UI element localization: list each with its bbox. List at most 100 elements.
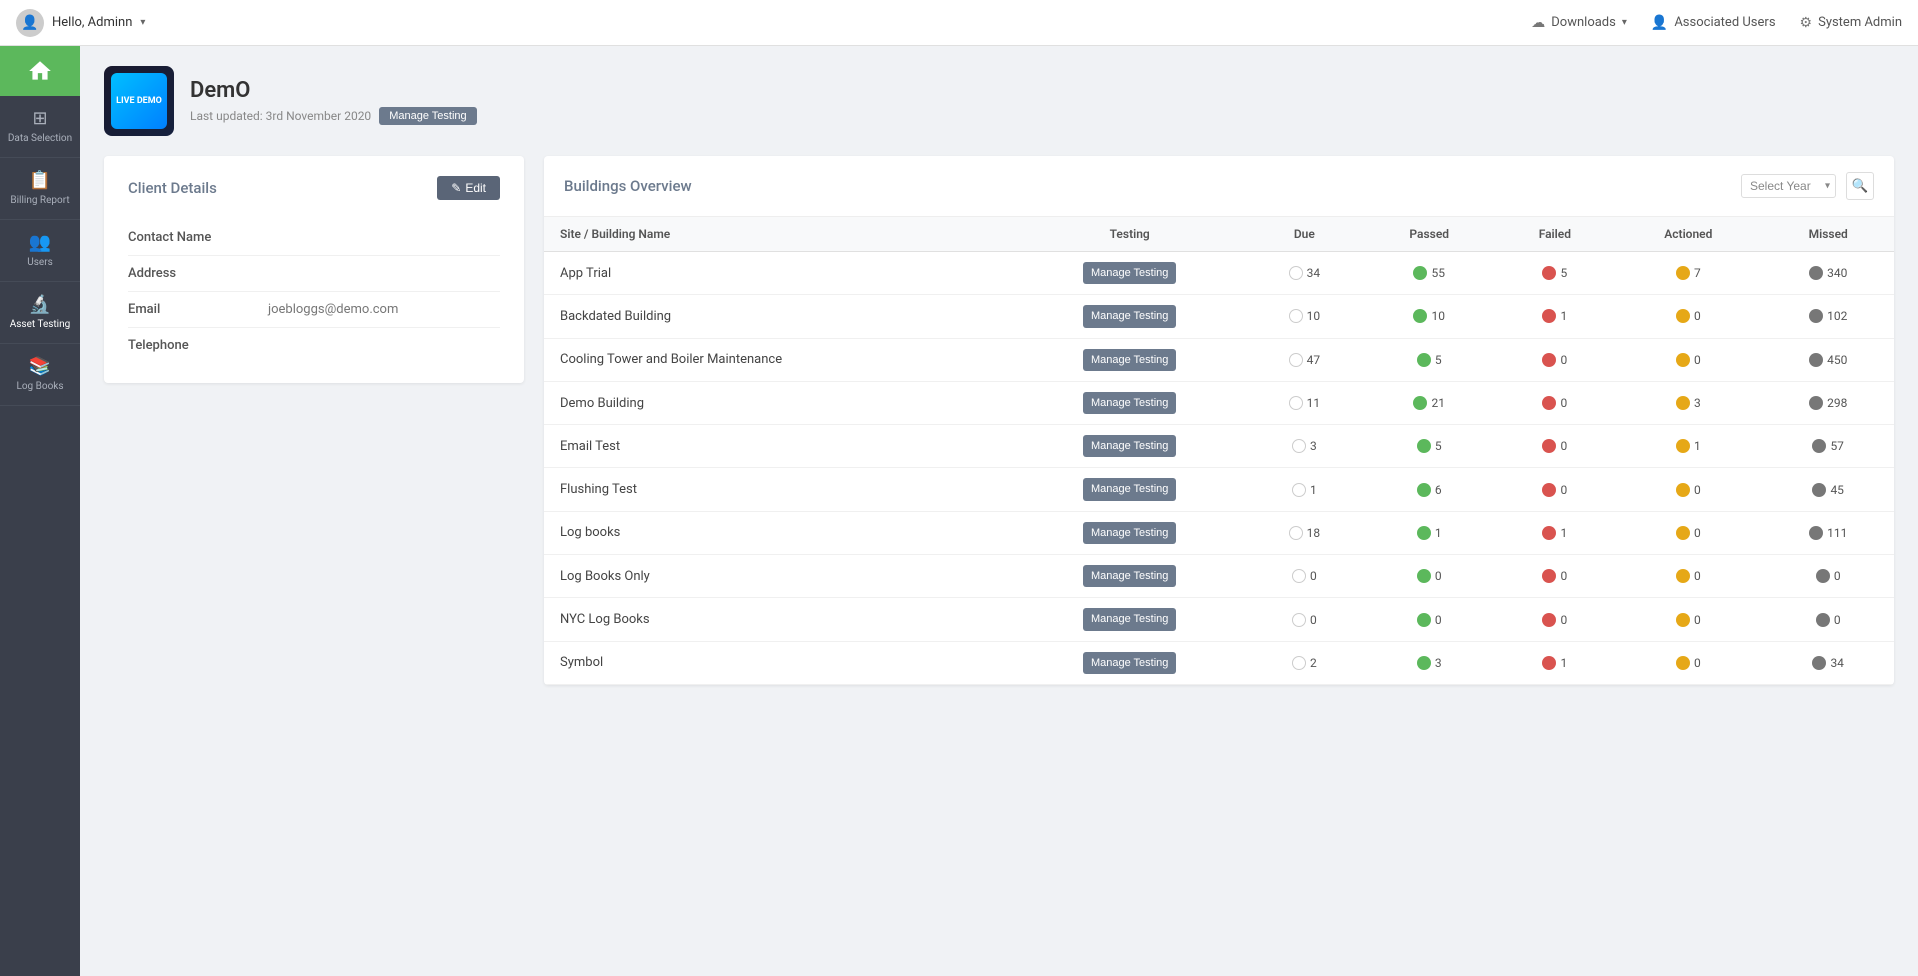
sidebar-item-asset-testing[interactable]: 🔬 Asset Testing [0,282,80,344]
form-row-email: Email joebloggs@demo.com [128,292,500,328]
downloads-nav-item[interactable]: ☁ Downloads ▾ [1531,15,1627,31]
col-header-due: Due [1246,217,1363,252]
table-row: Flushing Test Manage Testing 1 6 0 0 45 [544,468,1894,511]
search-button[interactable]: 🔍 [1846,172,1874,200]
cell-actioned-6: 0 [1614,511,1762,554]
cell-passed-4: 5 [1363,425,1495,468]
num-due-9: 2 [1310,656,1317,670]
num-actioned-4: 1 [1694,439,1701,453]
client-logo-text: LIVE DEMO [116,96,162,107]
system-admin-label: System Admin [1818,15,1902,30]
manage-testing-button-6[interactable]: Manage Testing [1083,522,1176,544]
form-label-3: Telephone [128,338,268,353]
cell-passed-9: 3 [1363,641,1495,684]
sidebar-item-billing-report[interactable]: 📋 Billing Report [0,158,80,220]
select-year-dropdown[interactable]: Select Year [1741,174,1836,198]
log-books-icon: 📚 [29,356,51,377]
cell-passed-3: 21 [1363,381,1495,424]
select-year-wrapper: Select Year [1741,174,1836,198]
cell-missed-6: 111 [1762,511,1894,554]
num-failed-6: 1 [1560,526,1567,540]
cell-actioned-5: 0 [1614,468,1762,511]
buildings-overview-card: Buildings Overview Select Year 🔍 [544,156,1894,685]
cell-failed-8: 0 [1495,598,1614,641]
sidebar-item-users[interactable]: 👥 Users [0,220,80,282]
sidebar-item-data-selection[interactable]: ⊞ Data Selection [0,96,80,158]
cell-missed-1: 102 [1762,295,1894,338]
dot-passed-3 [1413,396,1427,410]
cell-building-name-6: Log books [544,511,1014,554]
cell-actioned-0: 7 [1614,252,1762,295]
dot-passed-8 [1417,613,1431,627]
cell-building-name-8: NYC Log Books [544,598,1014,641]
num-missed-3: 298 [1827,396,1847,410]
manage-testing-button-7[interactable]: Manage Testing [1083,565,1176,587]
cell-failed-9: 1 [1495,641,1614,684]
num-passed-9: 3 [1435,656,1442,670]
system-admin-nav-item[interactable]: ⚙ System Admin [1800,15,1902,31]
client-logo: LIVE DEMO [104,66,174,136]
form-row-telephone: Telephone [128,328,500,363]
cell-testing-7: Manage Testing [1014,555,1246,598]
cell-actioned-3: 3 [1614,381,1762,424]
num-due-3: 11 [1307,396,1321,410]
manage-testing-button-9[interactable]: Manage Testing [1083,652,1176,674]
buildings-controls: Select Year 🔍 [1741,172,1874,200]
buildings-table-body: App Trial Manage Testing 34 55 5 7 340 B… [544,252,1894,685]
dot-missed-7 [1816,569,1830,583]
dot-actioned-1 [1676,309,1690,323]
manage-testing-button-0[interactable]: Manage Testing [1083,262,1176,284]
cell-testing-5: Manage Testing [1014,468,1246,511]
sidebar-item-log-books[interactable]: 📚 Log Books [0,344,80,406]
dot-missed-9 [1812,656,1826,670]
cell-passed-8: 0 [1363,598,1495,641]
edit-button[interactable]: ✎ Edit [437,176,500,200]
users-icon: 👥 [29,232,51,253]
num-passed-1: 10 [1431,309,1445,323]
client-manage-testing-button[interactable]: Manage Testing [379,107,476,125]
form-label-0: Contact Name [128,230,268,245]
two-col-layout: Client Details ✎ Edit Contact Name Addre… [104,156,1894,685]
manage-testing-button-8[interactable]: Manage Testing [1083,608,1176,630]
table-row: Demo Building Manage Testing 11 21 0 3 2… [544,381,1894,424]
associated-users-nav-item[interactable]: 👤 Associated Users [1651,15,1776,31]
cell-building-name-9: Symbol [544,641,1014,684]
manage-testing-button-5[interactable]: Manage Testing [1083,478,1176,500]
form-row-contact-name: Contact Name [128,220,500,256]
dot-missed-1 [1809,309,1823,323]
col-header-passed: Passed [1363,217,1495,252]
col-header-failed: Failed [1495,217,1614,252]
dot-actioned-2 [1676,353,1690,367]
cell-failed-6: 1 [1495,511,1614,554]
dot-failed-0 [1542,266,1556,280]
dot-actioned-8 [1676,613,1690,627]
cell-due-0: 34 [1246,252,1363,295]
manage-testing-button-1[interactable]: Manage Testing [1083,305,1176,327]
manage-testing-button-3[interactable]: Manage Testing [1083,392,1176,414]
manage-testing-button-2[interactable]: Manage Testing [1083,349,1176,371]
num-passed-6: 1 [1435,526,1442,540]
col-header-testing: Testing [1014,217,1246,252]
sidebar-home-button[interactable] [0,46,80,96]
cell-passed-1: 10 [1363,295,1495,338]
cell-testing-4: Manage Testing [1014,425,1246,468]
sidebar-item-label-billing-report: Billing Report [10,195,69,207]
top-nav-left: 👤 Hello, Adminn ▾ [16,9,1531,37]
cell-due-2: 47 [1246,338,1363,381]
dot-due-4 [1292,439,1306,453]
top-nav: 👤 Hello, Adminn ▾ ☁ Downloads ▾ 👤 Associ… [0,0,1918,46]
cell-failed-0: 5 [1495,252,1614,295]
table-row: NYC Log Books Manage Testing 0 0 0 0 0 [544,598,1894,641]
client-details-header: Client Details ✎ Edit [128,176,500,200]
user-dropdown-caret[interactable]: ▾ [140,17,145,28]
num-failed-7: 0 [1560,569,1567,583]
num-due-2: 47 [1307,353,1321,367]
cell-failed-7: 0 [1495,555,1614,598]
manage-testing-button-4[interactable]: Manage Testing [1083,435,1176,457]
dot-actioned-0 [1676,266,1690,280]
dot-due-0 [1289,266,1303,280]
cell-missed-2: 450 [1762,338,1894,381]
cell-building-name-2: Cooling Tower and Boiler Maintenance [544,338,1014,381]
cell-passed-7: 0 [1363,555,1495,598]
num-actioned-7: 0 [1694,569,1701,583]
